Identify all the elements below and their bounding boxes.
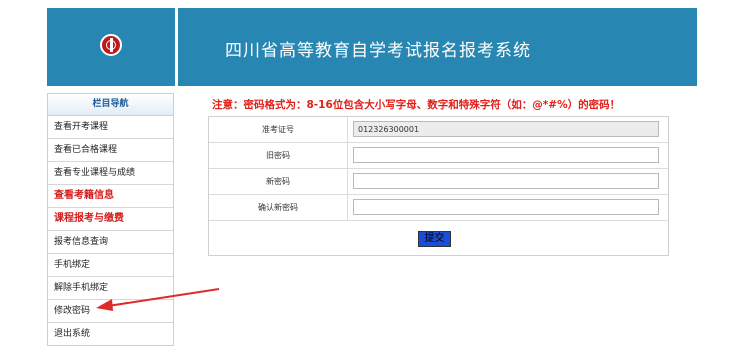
annotation-arrow-icon — [96, 288, 220, 311]
